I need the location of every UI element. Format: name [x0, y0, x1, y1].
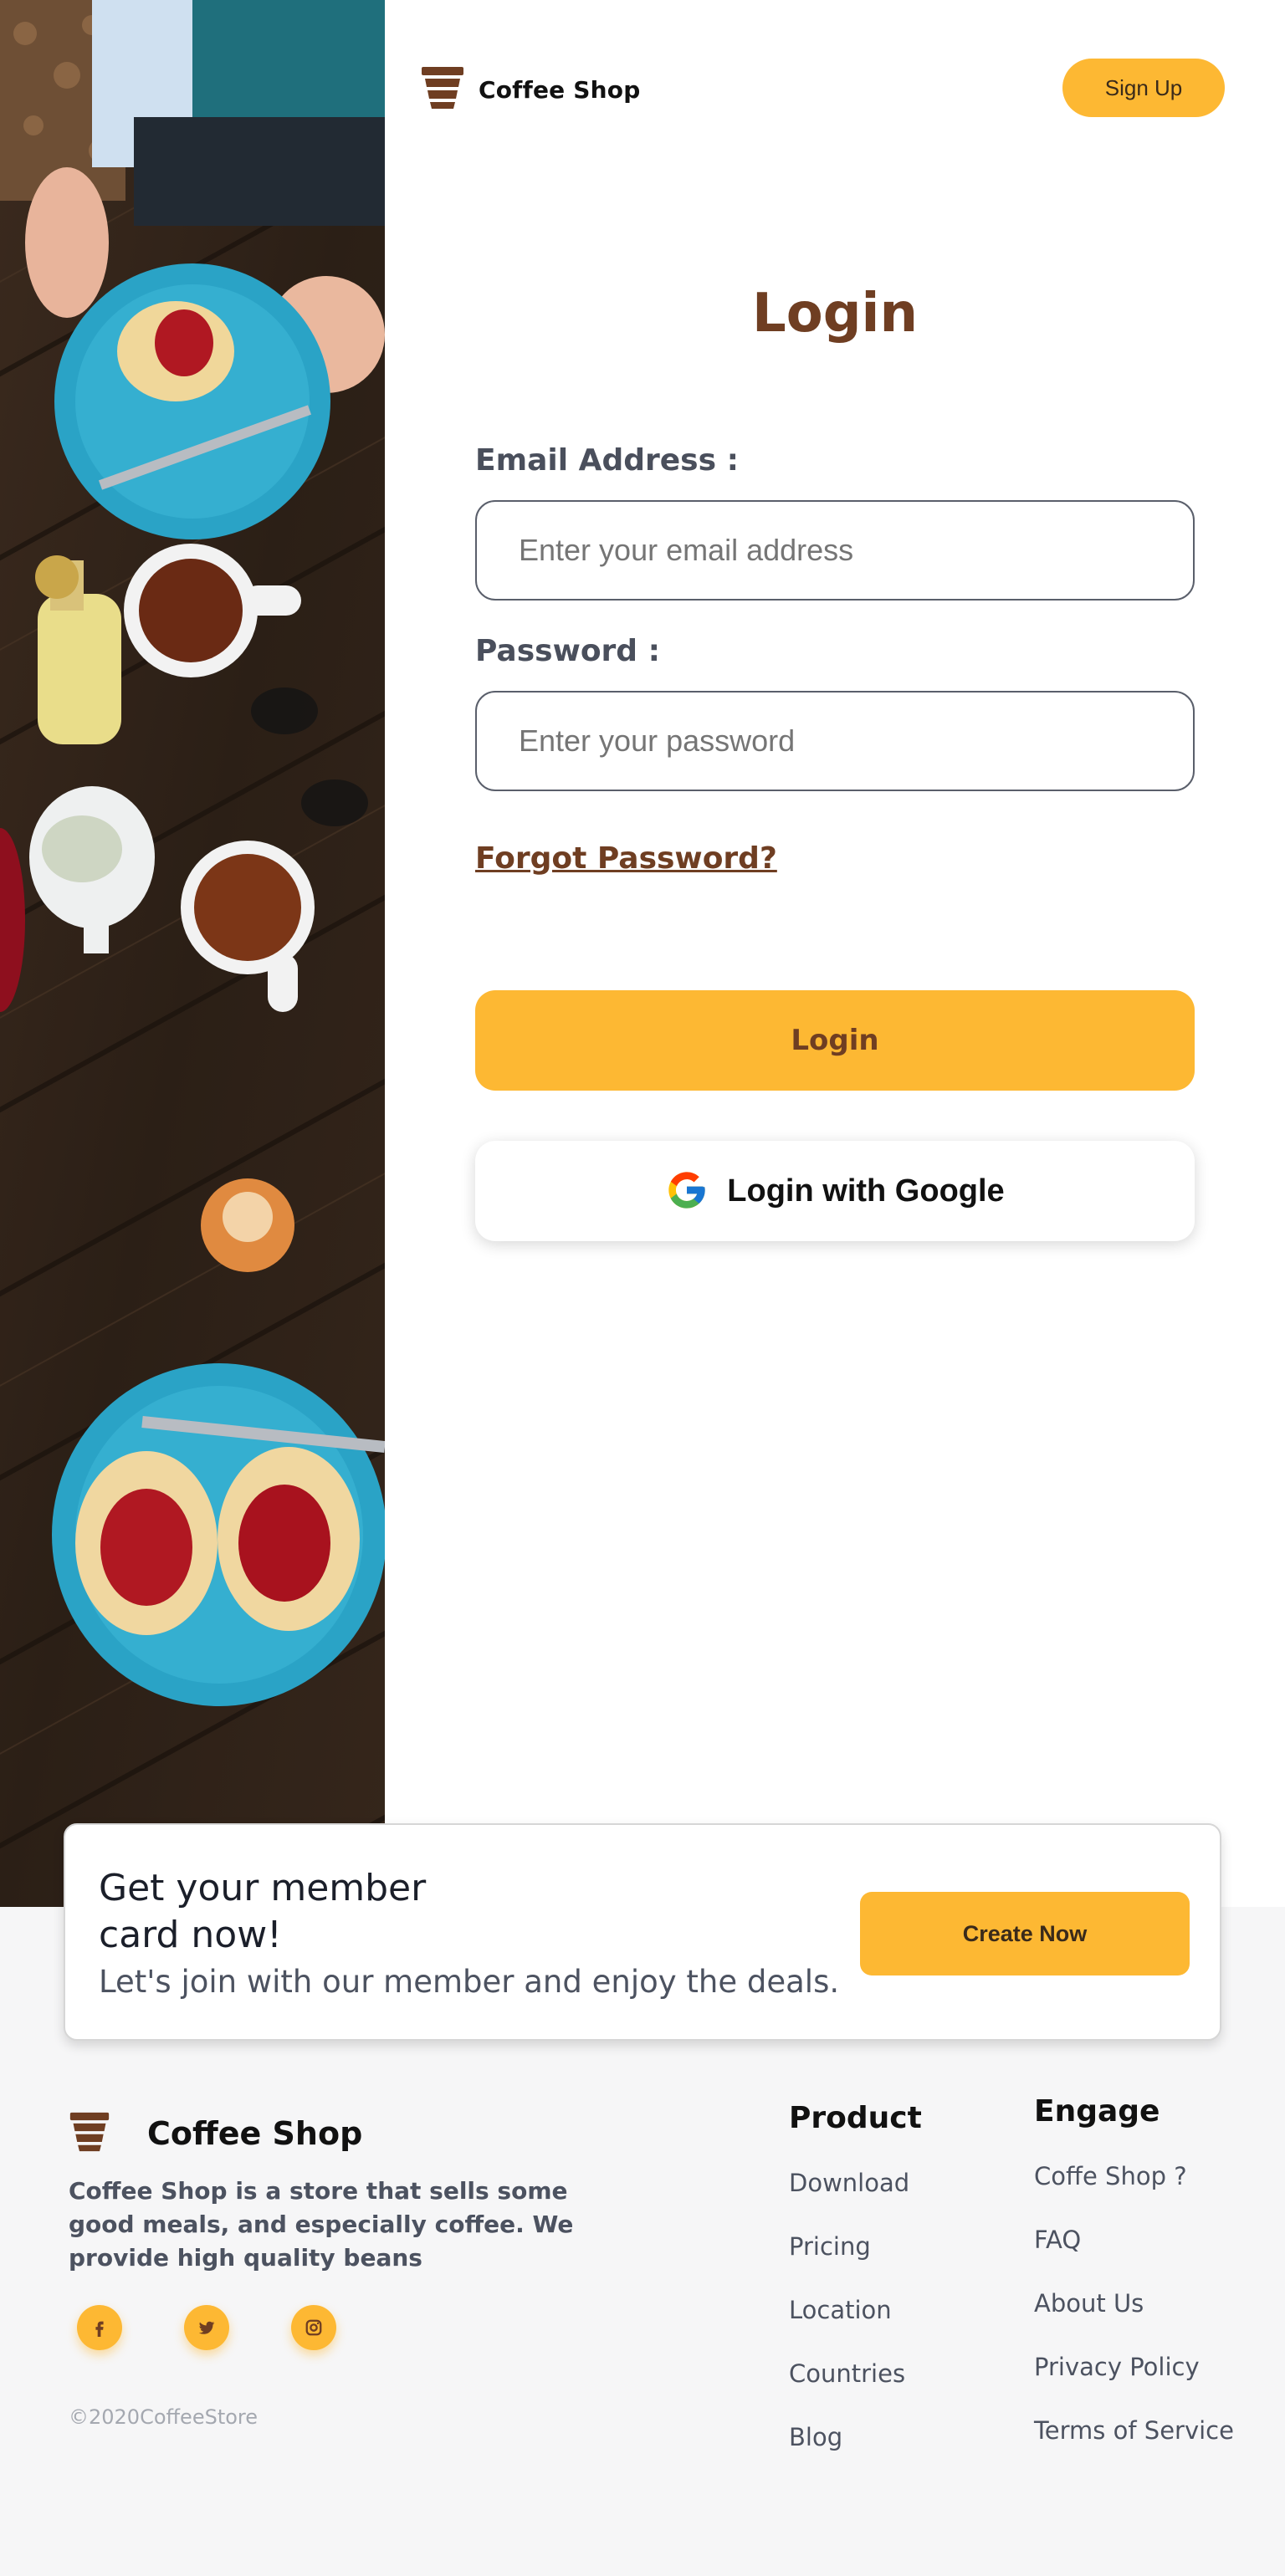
- email-field-wrapper: [475, 500, 1195, 601]
- sign-up-button[interactable]: Sign Up: [1062, 59, 1225, 117]
- email-input[interactable]: [477, 502, 1193, 599]
- copyright-text: ©2020CoffeeStore: [69, 2405, 259, 2429]
- engage-links: Coffe Shop ? FAQ About Us Privacy Policy…: [1034, 2162, 1234, 2480]
- engage-column-title: Engage: [1034, 2094, 1160, 2129]
- footer-link-faq[interactable]: FAQ: [1034, 2226, 1234, 2289]
- member-card-title: Get your member card now!: [99, 1867, 427, 1956]
- email-label: Email Address :: [475, 443, 739, 478]
- footer-link-about-us[interactable]: About Us: [1034, 2289, 1234, 2353]
- footer-brand-name: Coffee Shop: [147, 2115, 363, 2152]
- brand-name: Coffee Shop: [479, 75, 641, 104]
- hero-photo: [0, 0, 385, 1907]
- footer-description: Coffee Shop is a store that sells some g…: [69, 2177, 574, 2272]
- facebook-icon[interactable]: [77, 2305, 122, 2350]
- login-title: Login: [751, 283, 919, 345]
- footer-brand[interactable]: Coffee Shop: [69, 2111, 362, 2156]
- coffee-cup-logo-icon: [420, 65, 465, 114]
- instagram-icon[interactable]: [291, 2305, 336, 2350]
- twitter-icon[interactable]: [184, 2305, 229, 2350]
- footer-link-countries[interactable]: Countries: [789, 2359, 909, 2423]
- create-now-button[interactable]: Create Now: [860, 1892, 1190, 1975]
- footer-link-download[interactable]: Download: [789, 2169, 909, 2232]
- forgot-password-link[interactable]: Forgot Password?: [475, 841, 777, 876]
- coffee-cup-logo-icon: [69, 2111, 110, 2156]
- social-links: [77, 2305, 336, 2350]
- footer-link-pricing[interactable]: Pricing: [789, 2232, 909, 2296]
- password-field-wrapper: [475, 691, 1195, 791]
- google-login-button[interactable]: Login with Google: [475, 1141, 1195, 1241]
- login-button[interactable]: Login: [475, 990, 1195, 1091]
- member-card-banner: Get your member card now! Let's join wit…: [64, 1823, 1221, 2041]
- password-label: Password :: [475, 634, 661, 668]
- header-brand[interactable]: Coffee Shop: [420, 65, 640, 114]
- member-card-subtitle: Let's join with our member and enjoy the…: [99, 1964, 840, 2000]
- footer-link-location[interactable]: Location: [789, 2296, 909, 2359]
- footer-link-coffee-shop[interactable]: Coffe Shop ?: [1034, 2162, 1234, 2226]
- password-input[interactable]: [477, 693, 1193, 790]
- product-column-title: Product: [789, 2101, 922, 2135]
- google-login-label: Login with Google: [727, 1173, 1005, 1209]
- footer-link-blog[interactable]: Blog: [789, 2423, 909, 2487]
- footer-link-privacy-policy[interactable]: Privacy Policy: [1034, 2353, 1234, 2416]
- footer-link-terms-of-service[interactable]: Terms of Service: [1034, 2416, 1234, 2480]
- google-icon: [665, 1168, 709, 1214]
- product-links: Download Pricing Location Countries Blog: [789, 2169, 909, 2487]
